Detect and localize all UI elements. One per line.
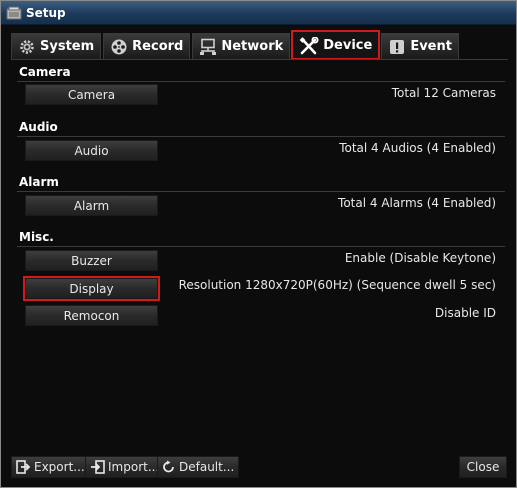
default-label: Default... [179, 460, 235, 474]
alert-icon [390, 39, 405, 54]
remocon-info: Disable ID [434, 306, 496, 320]
import-label: Import... [108, 460, 160, 474]
section-divider [17, 136, 505, 137]
tab-event[interactable]: Event [381, 33, 459, 59]
close-label: Close [466, 460, 500, 474]
alarm-section-title: Alarm [19, 175, 59, 189]
section-divider [17, 246, 505, 247]
tab-label: Device [323, 38, 373, 53]
title-bar[interactable]: Setup [1, 1, 516, 25]
export-label: Export... [34, 460, 85, 474]
export-icon [16, 460, 31, 474]
section-divider [17, 81, 505, 82]
misc-section-title: Misc. [19, 230, 54, 244]
display-info: Resolution 1280x720P(60Hz) (Sequence dwe… [178, 278, 496, 292]
camera-section-title: Camera [19, 65, 71, 79]
tab-label: Record [132, 39, 184, 54]
audio-section-title: Audio [19, 120, 58, 134]
tab-record[interactable]: Record [103, 33, 191, 59]
tab-device[interactable]: Device [291, 30, 381, 60]
setup-window: Setup System Record Network Device Event… [0, 0, 517, 488]
alarm-button[interactable]: Alarm [25, 195, 158, 216]
audio-button[interactable]: Audio [25, 140, 158, 161]
import-icon [91, 460, 105, 474]
tools-icon [299, 36, 319, 54]
remocon-button[interactable]: Remocon [25, 305, 158, 326]
tab-system[interactable]: System [11, 33, 102, 59]
close-button[interactable]: Close [459, 456, 507, 478]
section-divider [17, 191, 505, 192]
buzzer-button[interactable]: Buzzer [25, 250, 158, 271]
network-icon [200, 38, 217, 55]
tab-label: Network [221, 39, 284, 54]
camera-button[interactable]: Camera [25, 84, 158, 105]
footer-bar: Export... Import... Default... Close [1, 453, 516, 487]
audio-info: Total 4 Audios (4 Enabled) [339, 141, 496, 155]
tab-label: System [40, 39, 95, 54]
export-button[interactable]: Export... [11, 456, 90, 478]
import-button[interactable]: Import... [85, 456, 165, 478]
tab-bar: System Record Network Device Event [11, 29, 506, 60]
device-settings-panel: Camera Camera Total 12 Cameras Audio Aud… [11, 59, 508, 449]
camera-info: Total 12 Cameras [391, 86, 496, 100]
tab-network[interactable]: Network [192, 33, 291, 59]
window-title: Setup [26, 5, 66, 20]
setup-app-icon [6, 6, 22, 19]
buzzer-info: Enable (Disable Keytone) [344, 251, 496, 265]
reset-icon [163, 460, 174, 473]
gear-icon [20, 39, 34, 54]
default-button[interactable]: Default... [157, 456, 240, 478]
tab-label: Event [410, 39, 452, 54]
alarm-info: Total 4 Alarms (4 Enabled) [338, 196, 496, 210]
film-reel-icon [111, 39, 127, 54]
display-button[interactable]: Display [23, 276, 160, 301]
